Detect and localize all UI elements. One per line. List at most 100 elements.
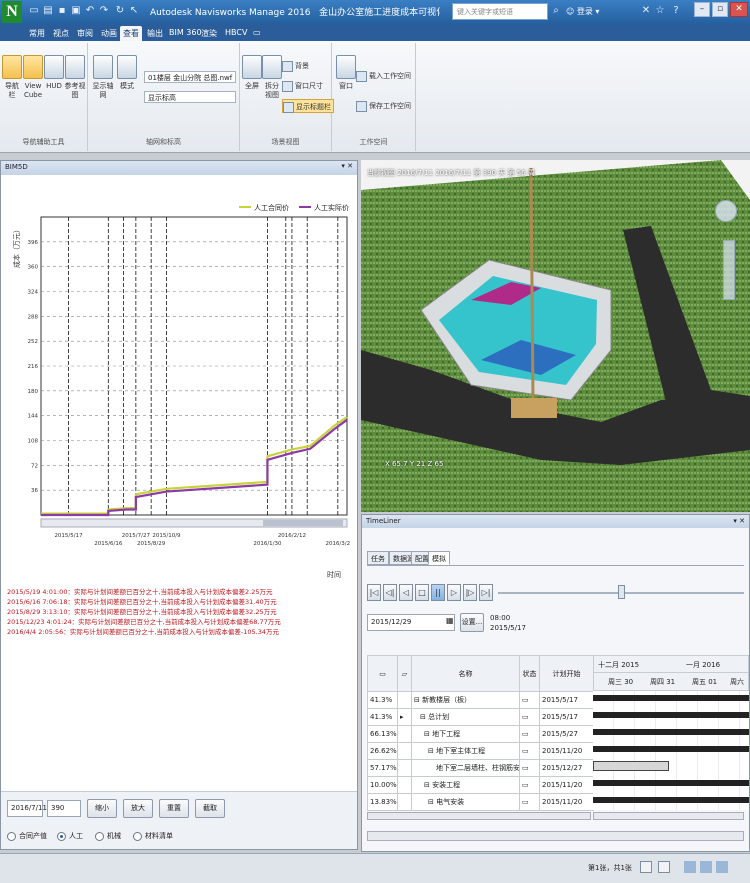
legend-label: 人工实际价 xyxy=(314,203,349,212)
hud-button[interactable]: HUD xyxy=(44,55,64,91)
tab-simulate[interactable]: 模拟 xyxy=(428,551,450,565)
tab-extra[interactable]: ▭ xyxy=(250,26,264,41)
tab-home[interactable]: 常用 xyxy=(26,26,48,41)
stop-button[interactable]: □ xyxy=(415,584,429,601)
mode-button[interactable]: 模式 xyxy=(116,55,138,91)
group-navigation-aids: 导航栏 View Cube HUD 参考视图 导航辅助工具 xyxy=(0,43,88,151)
gantt-chart[interactable]: 十二月 2015 一月 2016 周三 30 周四 31 周五 01 周六 xyxy=(593,655,749,810)
star-icon[interactable]: ☆ xyxy=(654,4,666,18)
open-icon[interactable]: ▤ xyxy=(42,4,54,18)
tab-tasks[interactable]: 任务 xyxy=(367,551,389,565)
col-name[interactable]: 名称 xyxy=(411,655,520,692)
split-view-button[interactable]: 拆分视图 xyxy=(262,55,282,100)
show-grid-button[interactable]: 显示轴网 xyxy=(92,55,114,100)
gantt-body xyxy=(593,691,749,810)
step-back-button[interactable]: ◁| xyxy=(383,584,397,601)
pause-button[interactable]: || xyxy=(431,584,445,601)
reverse-play-button[interactable]: ◁ xyxy=(399,584,413,601)
tab-view[interactable]: 查看 xyxy=(120,26,142,41)
group-grids-levels: 显示轴网 模式 01楼层 金山分院 总图.nwf 显示标高 轴网和标高 xyxy=(88,43,240,151)
next-sheet-icon[interactable] xyxy=(658,861,670,873)
tab-review[interactable]: 审阅 xyxy=(74,26,96,41)
date-field[interactable]: 2016/7/11 xyxy=(7,800,47,817)
step-forward-button[interactable]: |▷ xyxy=(463,584,477,601)
close-icon[interactable]: ▾ ✕ xyxy=(341,162,353,170)
col-progress[interactable]: ▭ xyxy=(367,655,398,692)
tab-output[interactable]: 输出 xyxy=(144,26,166,41)
table-row[interactable]: 66.13% ⊟ 地下工程 ▭ 2015/5/27 xyxy=(367,725,594,743)
table-row[interactable]: 26.62% ⊟ 地下室主体工程 ▭ 2015/11/20 xyxy=(367,742,594,760)
model-select[interactable]: 01楼层 金山分院 总图.nwf xyxy=(144,71,236,83)
fullscreen-button[interactable]: 全屏 xyxy=(242,55,262,91)
capture-button[interactable]: 截取 xyxy=(195,799,225,818)
col-status[interactable]: 状态 xyxy=(519,655,540,692)
table-row[interactable]: 57.17% 地下室二层墙柱、柱钢筋安装 ▭ 2015/12/27 xyxy=(367,759,594,777)
play-button[interactable]: ▷ xyxy=(447,584,461,601)
calendar-icon[interactable]: ▦ xyxy=(446,616,454,625)
select-cursor-icon[interactable]: ↖ xyxy=(128,4,140,18)
level-select[interactable]: 显示标高 xyxy=(144,91,236,103)
tab-animation[interactable]: 动画 xyxy=(98,26,120,41)
radio-machinery[interactable]: 机械 xyxy=(95,830,121,842)
radio-contract-value[interactable]: 合同产值 xyxy=(7,830,47,842)
message-line: 2015/12/23 4:01:24：实际与计划间差额已百分之十,当前成本投入与… xyxy=(7,618,281,626)
navigation-bar[interactable] xyxy=(723,240,735,300)
radio-labor[interactable]: 人工 xyxy=(57,830,83,842)
table-hscrollbar[interactable] xyxy=(367,812,591,820)
sim-date-field[interactable]: 2015/12/29 xyxy=(367,614,455,631)
background-button[interactable]: 背景 xyxy=(282,59,309,73)
mode-icon xyxy=(117,55,137,79)
redo-icon[interactable]: ↷ xyxy=(98,4,110,18)
maximize-button[interactable]: ▫ xyxy=(712,2,728,17)
go-end-button[interactable]: ▷| xyxy=(479,584,493,601)
table-row[interactable]: 13.83% ⊟ 电气安装 ▭ 2015/11/20 xyxy=(367,793,594,811)
tab-viewpoint[interactable]: 视点 xyxy=(50,26,72,41)
zoom-in-button[interactable]: 放大 xyxy=(123,799,153,818)
table-row[interactable]: 41.3% ▸ ⊟ 总计划 ▭ 2015/5/17 xyxy=(367,708,594,726)
app-logo[interactable]: N xyxy=(2,1,22,23)
search-input[interactable]: 键入关键字或短语 xyxy=(452,3,548,20)
zoom-out-button[interactable]: 缩小 xyxy=(87,799,117,818)
gantt-hscrollbar[interactable] xyxy=(593,812,744,820)
reference-view-button[interactable]: 参考视图 xyxy=(64,55,86,100)
load-workspace-button[interactable]: 载入工作空间 xyxy=(356,69,411,83)
sign-in-button[interactable]: ☺ 登录 ▾ xyxy=(566,4,636,19)
reset-button[interactable]: 重置 xyxy=(159,799,189,818)
go-start-button[interactable]: |◁ xyxy=(367,584,381,601)
table-row[interactable]: 41.3% ⊟ 新教楼层（板） ▭ 2015/5/17 xyxy=(367,691,594,709)
y-tick-label: 360 xyxy=(28,265,39,271)
panel-hscrollbar[interactable] xyxy=(367,831,744,841)
viewcube-icon[interactable] xyxy=(715,200,737,222)
col-comment-icon[interactable]: ▱ xyxy=(397,655,412,692)
tab-hbcv[interactable]: HBCV xyxy=(222,26,250,41)
window-size-button[interactable]: 窗口尺寸 xyxy=(282,79,323,93)
save-icon[interactable]: ▪ xyxy=(56,4,68,18)
help-icon[interactable]: ? xyxy=(670,4,682,18)
time-slider-thumb[interactable] xyxy=(618,585,625,599)
settings-button[interactable]: 设置... xyxy=(460,613,484,632)
search-icon[interactable]: ⌕ xyxy=(550,4,562,18)
minimize-button[interactable]: – xyxy=(694,2,710,17)
scene-viewport[interactable]: 当前视图 2016/7/11 2016/7/11 第 390 天 第 56 周 … xyxy=(361,160,750,512)
undo-icon[interactable]: ↶ xyxy=(84,4,96,18)
exchange-icon[interactable]: ✕ xyxy=(640,4,652,18)
col-planned-start[interactable]: 计划开始 xyxy=(539,655,594,692)
new-icon[interactable]: ▭ xyxy=(28,4,40,18)
windows-button[interactable]: 窗口 xyxy=(336,55,356,91)
split-view-icon xyxy=(262,55,282,79)
print-icon[interactable]: ▣ xyxy=(70,4,82,18)
navbar-button[interactable]: 导航栏 xyxy=(2,55,22,100)
sheet-browser-icon[interactable] xyxy=(640,861,652,873)
viewcube-button[interactable]: View Cube xyxy=(22,55,44,100)
chart-scroll-thumb[interactable] xyxy=(263,520,343,526)
close-icon[interactable]: ▾ ✕ xyxy=(733,517,745,525)
tab-render[interactable]: 渲染 xyxy=(198,26,220,41)
radio-materials[interactable]: 材料清单 xyxy=(133,830,173,842)
refresh-icon[interactable]: ↻ xyxy=(114,4,126,18)
save-workspace-button[interactable]: 保存工作空间 xyxy=(356,99,411,113)
day-field[interactable]: 390 xyxy=(47,800,81,817)
show-titlebar-button[interactable]: 显示标题栏 xyxy=(282,99,334,113)
row-marker xyxy=(397,691,412,709)
close-button[interactable]: ✕ xyxy=(730,2,748,17)
table-row[interactable]: 10.00% ⊟ 安装工程 ▭ 2015/11/20 xyxy=(367,776,594,794)
